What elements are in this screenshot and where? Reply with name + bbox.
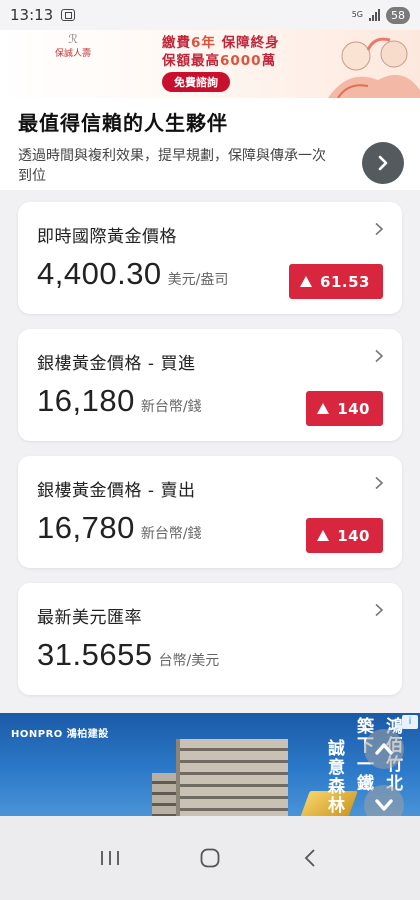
price-value: 4,400.30 美元/盎司 (37, 256, 228, 292)
card-title: 銀樓黃金價格 - 賣出 (37, 481, 196, 501)
price-value: 31.5655 台幣/美元 (37, 637, 219, 673)
next-arrow-button[interactable] (362, 142, 404, 184)
arrow-up-icon (300, 276, 313, 287)
ad-vertical-text: 誠意森林 (324, 739, 344, 815)
promo-line2-c: 萬 (261, 53, 277, 69)
price-number: 4,400.30 (37, 256, 162, 291)
arrow-up-icon (317, 403, 330, 414)
arrow-up-icon (317, 530, 330, 541)
chevron-right-icon (375, 222, 384, 236)
promo-line2-b: 6000 (220, 53, 262, 69)
price-unit: 美元/盎司 (167, 272, 229, 288)
promo-line1-c: 保障終身 (215, 35, 280, 51)
promo-text: 繳費6年 保障終身 保額最高6000萬 免費諮詢 (162, 34, 280, 92)
brand-name: 保誠人壽 (54, 49, 91, 59)
info-icon[interactable]: i (402, 715, 418, 729)
building-image (176, 739, 288, 816)
signal-icon (369, 9, 380, 21)
ad-description: 透過時間與複利效果，提早規劃，保障與傳承一次到位 (18, 148, 326, 184)
change-value: 140 (337, 526, 370, 545)
system-nav-bar (0, 816, 420, 900)
recent-apps-icon (101, 851, 119, 865)
card-jewelry-gold-sell[interactable]: 銀樓黃金價格 - 賣出 16,780 新台幣/錢 140 (18, 456, 402, 568)
ad-brand: HONPRO 鴻柏建設 (11, 729, 109, 740)
price-number: 16,780 (37, 510, 135, 545)
chevron-up-icon (375, 743, 393, 755)
ad-banner-top[interactable]: ℛ 保誠人壽 繳費6年 保障終身 保額最高6000萬 免費諮詢 最值得信賴的人生… (0, 30, 420, 190)
home-icon (200, 848, 220, 868)
ad-headline: 最值得信賴的人生夥伴 (18, 111, 228, 135)
status-bar: 13:13 5G 58 (0, 0, 420, 30)
promo-line1-a: 繳費 (162, 35, 191, 51)
card-usd-exchange-rate[interactable]: 最新美元匯率 31.5655 台幣/美元 (18, 583, 402, 695)
change-value: 140 (337, 399, 370, 418)
scroll-up-button[interactable] (364, 729, 404, 769)
price-value: 16,180 新台幣/錢 (37, 383, 202, 419)
people-illustration (328, 37, 420, 98)
card-title: 即時國際黃金價格 (37, 227, 177, 247)
cta-button[interactable]: 免費諮詢 (162, 72, 230, 92)
change-badge-up: 140 (306, 518, 383, 553)
promo-line1-b: 6年 (191, 35, 216, 51)
card-title: 最新美元匯率 (37, 608, 142, 628)
chevron-down-icon (375, 799, 393, 811)
price-unit: 台幣/美元 (158, 653, 220, 669)
ad-banner-bottom[interactable]: HONPRO 鴻柏建設 鴻佰竹北 築下一鐵 誠意森林 i (0, 713, 420, 816)
change-badge-up: 61.53 (289, 264, 383, 299)
card-intl-gold-price[interactable]: 即時國際黃金價格 4,400.30 美元/盎司 61.53 (18, 202, 402, 314)
screenshot-icon (61, 9, 76, 21)
chevron-right-icon (375, 476, 384, 490)
promo-line2-a: 保額最高 (162, 53, 220, 69)
network-type: 5G (351, 10, 363, 19)
home-button[interactable] (190, 838, 230, 878)
chevron-right-icon (378, 155, 388, 171)
price-number: 31.5655 (37, 637, 153, 672)
price-number: 16,180 (37, 383, 135, 418)
status-time: 13:13 (10, 6, 54, 24)
brand-logo: ℛ 保誠人壽 (48, 32, 98, 59)
price-value: 16,780 新台幣/錢 (37, 510, 202, 546)
card-title: 銀樓黃金價格 - 買進 (37, 354, 196, 374)
price-unit: 新台幣/錢 (140, 526, 202, 542)
price-unit: 新台幣/錢 (140, 399, 202, 415)
battery-icon: 58 (386, 6, 410, 24)
chevron-right-icon (375, 603, 384, 617)
ad-image[interactable]: ℛ 保誠人壽 繳費6年 保障終身 保額最高6000萬 免費諮詢 (0, 30, 420, 98)
change-badge-up: 140 (306, 391, 383, 426)
back-icon (304, 849, 315, 867)
recent-apps-button[interactable] (90, 838, 130, 878)
change-value: 61.53 (320, 272, 370, 291)
card-jewelry-gold-buy[interactable]: 銀樓黃金價格 - 買進 16,180 新台幣/錢 140 (18, 329, 402, 441)
chevron-right-icon (375, 349, 384, 363)
back-button[interactable] (290, 838, 330, 878)
